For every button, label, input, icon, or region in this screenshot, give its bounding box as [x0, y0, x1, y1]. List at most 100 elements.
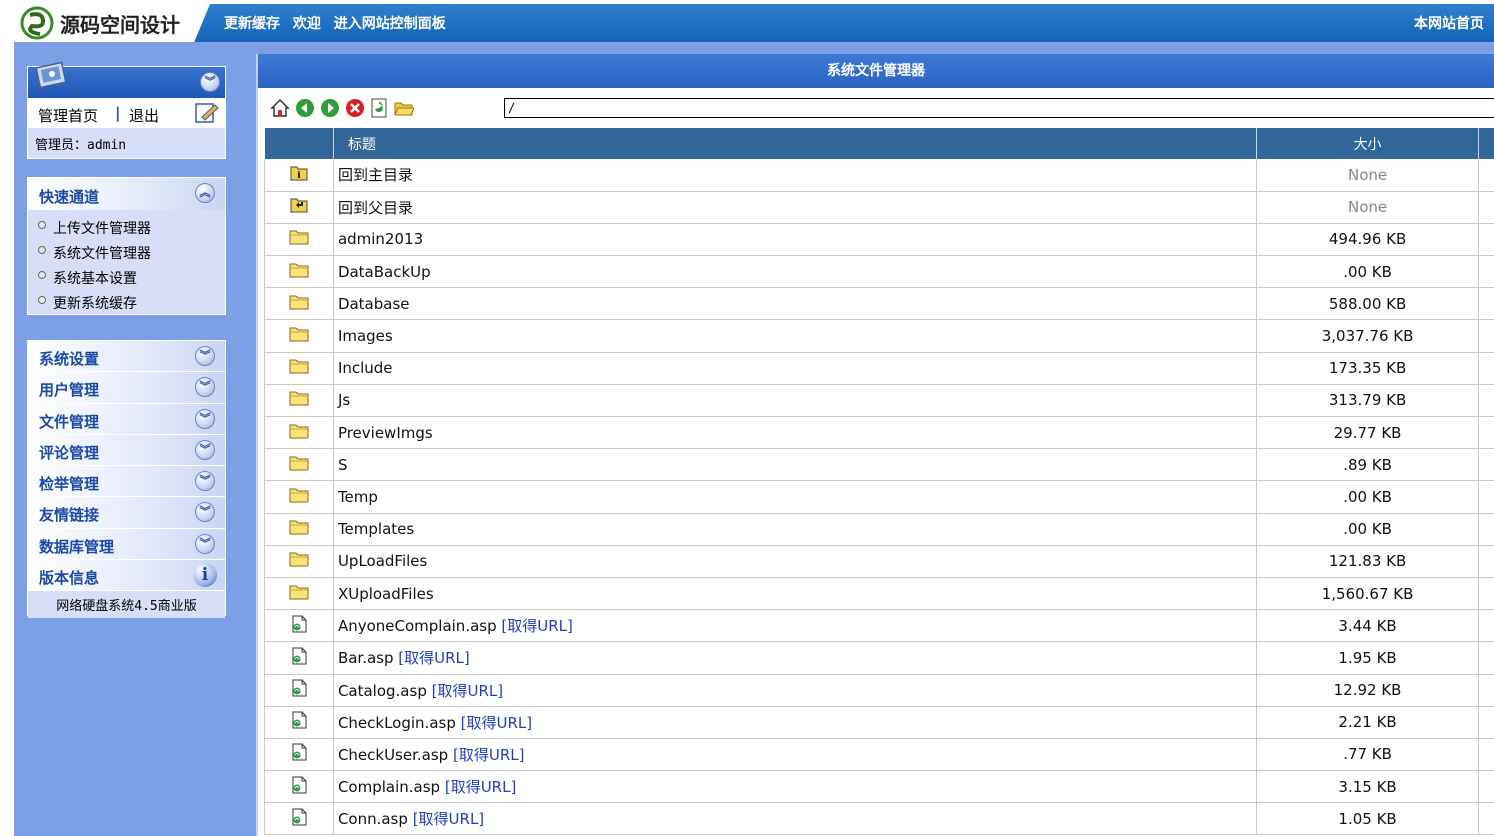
- folder-icon[interactable]: [264, 319, 334, 353]
- menu-system-settings[interactable]: 系统设置 ︾: [28, 341, 225, 373]
- file-name-link[interactable]: Js: [338, 391, 350, 409]
- nav-welcome[interactable]: 欢迎: [293, 16, 321, 32]
- table-row[interactable]: CheckLogin.asp [取得URL] 2.21 KB: [264, 706, 1494, 739]
- file-name-link[interactable]: Complain.asp: [338, 778, 440, 796]
- get-url-link[interactable]: [取得URL]: [398, 649, 469, 667]
- table-row[interactable]: Catalog.asp [取得URL] 12.92 KB: [264, 674, 1494, 707]
- admin-home-link[interactable]: 管理首页: [38, 105, 98, 126]
- asp-file-icon[interactable]: [264, 674, 334, 707]
- menu-database-management[interactable]: 数据库管理 ︾: [28, 528, 225, 561]
- table-row[interactable]: i 回到主目录 None: [264, 159, 1494, 192]
- menu-version-info[interactable]: 版本信息 i: [28, 560, 225, 592]
- menu-friend-links[interactable]: 友情链接 ︾: [28, 497, 225, 529]
- folder-icon[interactable]: [264, 545, 334, 578]
- quick-link-update-cache[interactable]: 更新系统缓存: [36, 293, 225, 318]
- folder-icon[interactable]: [264, 384, 334, 418]
- asp-file-icon[interactable]: [264, 738, 334, 772]
- get-url-link[interactable]: [取得URL]: [445, 778, 516, 796]
- folder-icon[interactable]: [264, 577, 334, 611]
- file-name-link[interactable]: admin2013: [338, 230, 423, 248]
- asp-file-icon[interactable]: [264, 770, 334, 804]
- file-name-link[interactable]: Images: [338, 327, 393, 345]
- forward-icon[interactable]: [320, 98, 340, 118]
- file-name-link[interactable]: Catalog.asp: [338, 682, 427, 700]
- table-row[interactable]: S .89 KB: [264, 448, 1494, 482]
- expand-icon[interactable]: ︾: [195, 408, 215, 429]
- folder-icon[interactable]: [264, 416, 334, 450]
- table-row[interactable]: Database 588.00 KB: [264, 287, 1494, 321]
- refresh-icon[interactable]: [369, 98, 389, 118]
- home-icon[interactable]: [270, 98, 290, 118]
- file-name-link[interactable]: Include: [338, 359, 393, 377]
- file-name-link[interactable]: Database: [338, 295, 410, 313]
- table-row[interactable]: 回到父目录 None: [264, 191, 1494, 224]
- expand-icon[interactable]: ︾: [195, 377, 215, 398]
- asp-file-icon[interactable]: [264, 706, 334, 739]
- folder-icon[interactable]: [264, 513, 334, 546]
- root-dir-icon[interactable]: i: [264, 159, 334, 192]
- folder-icon[interactable]: [264, 287, 334, 321]
- get-url-link[interactable]: [取得URL]: [413, 810, 484, 828]
- table-row[interactable]: admin2013 494.96 KB: [264, 223, 1494, 257]
- expand-icon[interactable]: ︾: [195, 471, 215, 492]
- expand-icon[interactable]: ︾: [195, 533, 215, 554]
- nav-update-cache[interactable]: 更新缓存: [224, 16, 280, 32]
- back-icon[interactable]: [295, 98, 315, 118]
- get-url-link[interactable]: [取得URL]: [461, 714, 532, 732]
- file-name-link[interactable]: 回到主目录: [338, 166, 413, 184]
- collapse-admin-toggle-icon[interactable]: ︾: [200, 72, 220, 92]
- folder-icon[interactable]: [264, 255, 334, 289]
- asp-file-icon[interactable]: [264, 609, 334, 643]
- table-row[interactable]: Temp .00 KB: [264, 480, 1494, 514]
- quick-link-upload-manager[interactable]: 上传文件管理器: [36, 218, 225, 243]
- path-input[interactable]: [504, 98, 1494, 118]
- stop-icon[interactable]: [345, 98, 365, 118]
- quick-link-system-file-manager[interactable]: 系统文件管理器: [36, 243, 225, 268]
- get-url-link[interactable]: [取得URL]: [501, 617, 572, 635]
- folder-icon[interactable]: [264, 352, 334, 385]
- file-name-link[interactable]: AnyoneComplain.asp: [338, 617, 497, 635]
- file-name-link[interactable]: CheckLogin.asp: [338, 714, 456, 732]
- get-url-link[interactable]: [取得URL]: [432, 682, 503, 700]
- nav-control-panel[interactable]: 进入网站控制面板: [334, 16, 446, 32]
- get-url-link[interactable]: [取得URL]: [453, 746, 524, 764]
- file-name-link[interactable]: Bar.asp: [338, 649, 394, 667]
- expand-icon[interactable]: ︾: [195, 346, 215, 366]
- parent-dir-icon[interactable]: [264, 191, 334, 224]
- file-name-link[interactable]: 回到父目录: [338, 199, 413, 217]
- menu-comment-management[interactable]: 评论管理 ︾: [28, 434, 225, 467]
- table-row[interactable]: Complain.asp [取得URL] 3.15 KB: [264, 770, 1494, 804]
- logout-link[interactable]: 退出: [129, 105, 159, 126]
- file-name-link[interactable]: Templates: [338, 520, 414, 538]
- folder-icon[interactable]: [264, 480, 334, 514]
- menu-report-management[interactable]: 检举管理 ︾: [28, 466, 225, 498]
- table-row[interactable]: DataBackUp .00 KB: [264, 255, 1494, 289]
- logo[interactable]: 源码空间设计: [14, 4, 210, 42]
- expand-icon[interactable]: ︾: [195, 439, 215, 460]
- table-row[interactable]: UpLoadFiles 121.83 KB: [264, 545, 1494, 578]
- size-column-header[interactable]: 大小: [1256, 128, 1479, 159]
- edit-icon[interactable]: [195, 102, 219, 124]
- folder-icon[interactable]: [264, 448, 334, 482]
- file-name-link[interactable]: S: [338, 456, 348, 474]
- site-home-link[interactable]: 本网站首页: [1414, 13, 1484, 33]
- table-row[interactable]: XUploadFiles 1,560.67 KB: [264, 577, 1494, 611]
- table-row[interactable]: Bar.asp [取得URL] 1.95 KB: [264, 641, 1494, 675]
- open-folder-icon[interactable]: [394, 98, 414, 118]
- file-name-link[interactable]: UpLoadFiles: [338, 552, 427, 570]
- file-name-link[interactable]: XUploadFiles: [338, 585, 434, 603]
- table-row[interactable]: Conn.asp [取得URL] 1.05 KB: [264, 802, 1494, 836]
- file-name-link[interactable]: Conn.asp: [338, 810, 408, 828]
- table-row[interactable]: Js 313.79 KB: [264, 384, 1494, 418]
- table-row[interactable]: PreviewImgs 29.77 KB: [264, 416, 1494, 450]
- table-row[interactable]: CheckUser.asp [取得URL] .77 KB: [264, 738, 1494, 772]
- menu-file-management[interactable]: 文件管理 ︾: [28, 403, 225, 435]
- file-name-link[interactable]: Temp: [338, 488, 378, 506]
- title-column-header[interactable]: 标题: [333, 128, 1258, 159]
- file-name-link[interactable]: PreviewImgs: [338, 424, 433, 442]
- file-name-link[interactable]: DataBackUp: [338, 263, 431, 281]
- menu-user-management[interactable]: 用户管理 ︾: [28, 372, 225, 404]
- folder-icon[interactable]: [264, 223, 334, 257]
- table-row[interactable]: Include 173.35 KB: [264, 352, 1494, 385]
- collapse-quick-toggle-icon[interactable]: ︽: [195, 183, 215, 203]
